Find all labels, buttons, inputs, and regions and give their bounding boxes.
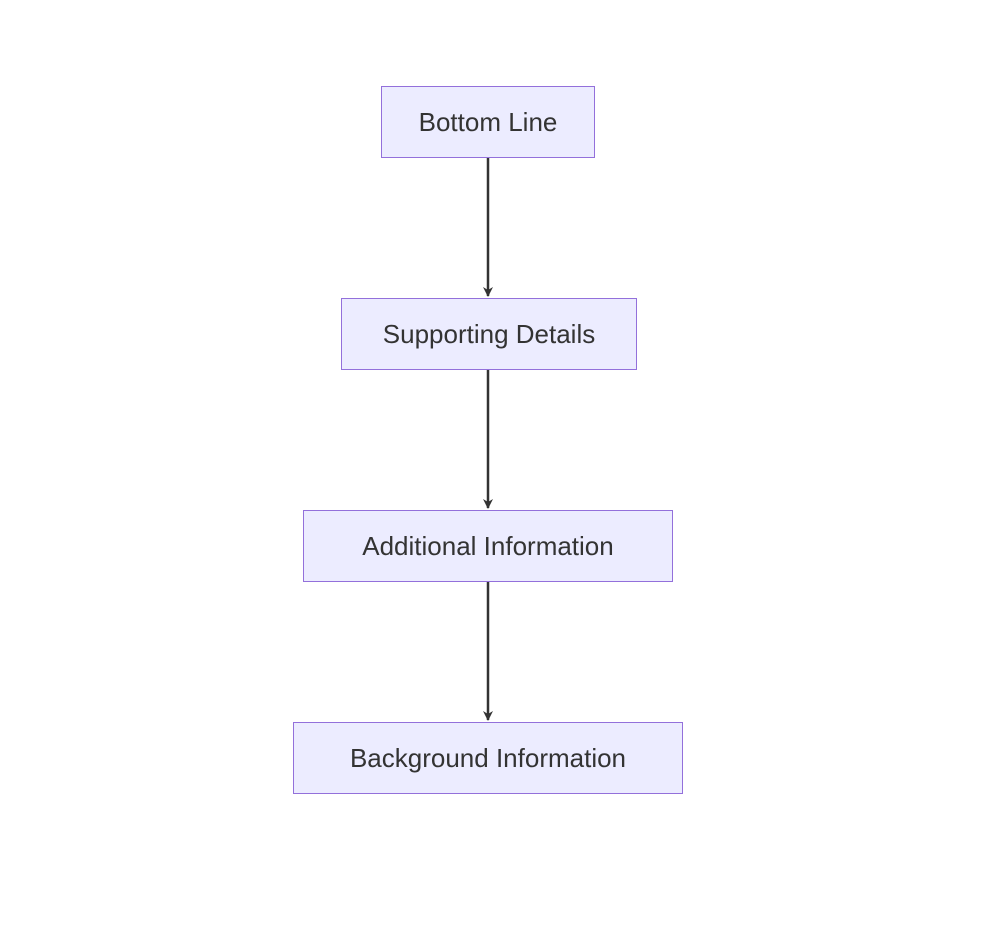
node-label: Supporting Details (383, 319, 595, 350)
node-bottom-line: Bottom Line (381, 86, 595, 158)
node-supporting-details: Supporting Details (341, 298, 637, 370)
node-label: Additional Information (362, 531, 613, 562)
flowchart-canvas: Bottom Line Supporting Details Additiona… (0, 0, 984, 944)
node-label: Background Information (350, 743, 626, 774)
node-background-information: Background Information (293, 722, 683, 794)
node-additional-information: Additional Information (303, 510, 673, 582)
node-label: Bottom Line (419, 107, 558, 138)
